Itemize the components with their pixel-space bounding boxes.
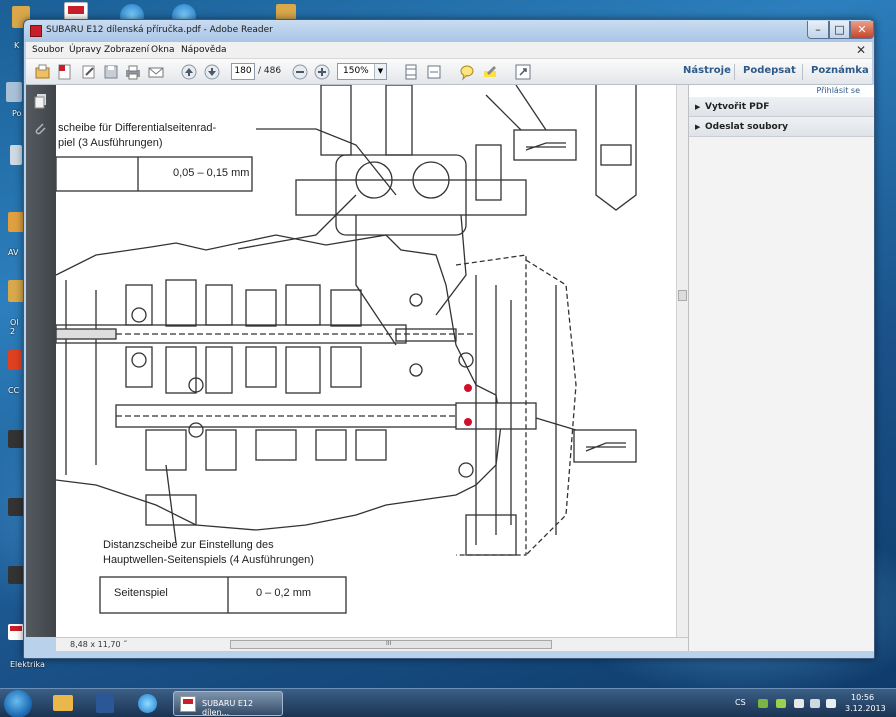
- menu-bar: Soubor Úpravy Zobrazení Okna Nápověda ✕: [26, 42, 872, 59]
- maximize-button[interactable]: □: [829, 21, 850, 39]
- edit-icon[interactable]: [80, 63, 98, 81]
- zoom-out-icon[interactable]: [291, 63, 309, 81]
- active-task-label: SUBARU E12 dílen...: [202, 699, 254, 717]
- open-icon[interactable]: [34, 63, 52, 81]
- flag-icon[interactable]: [794, 699, 804, 708]
- desktop-label: Elektrika: [10, 660, 45, 669]
- zoom-value: 150%: [343, 66, 369, 76]
- tools-pane: Přihlásit se ▶ Vytvořit PDF ▶ Odeslat soub…: [688, 85, 874, 651]
- video-file-icon[interactable]: [8, 566, 24, 584]
- send-files-panel[interactable]: ▶ Odeslat soubory: [689, 117, 874, 137]
- desktop-label: K: [14, 41, 20, 50]
- horizontal-scrollbar[interactable]: 8,48 x 11,70 ˝ III: [56, 637, 688, 651]
- expand-arrow-icon: ▶: [695, 123, 701, 131]
- page-total: / 486: [258, 66, 282, 76]
- top-table-value: 0,05 – 0,15 mm: [173, 167, 250, 179]
- desktop-label: Po: [12, 109, 22, 118]
- page-number-input[interactable]: 180: [231, 63, 255, 80]
- tray-app-icon[interactable]: [758, 699, 768, 708]
- highlight-icon[interactable]: [481, 63, 499, 81]
- sign-link[interactable]: Podepsat: [743, 65, 796, 76]
- save-icon[interactable]: [102, 63, 120, 81]
- menu-help[interactable]: Nápověda: [181, 45, 227, 55]
- clock-time[interactable]: 10:56: [851, 693, 874, 702]
- word-taskbar-icon[interactable]: [86, 691, 124, 716]
- bottom-table-label: Seitenspiel: [114, 587, 168, 599]
- vertical-scrollbar[interactable]: [676, 85, 688, 637]
- menu-view[interactable]: Zobrazení: [104, 45, 149, 55]
- label-bottom-line1: Distanzscheibe zur Einstellung des: [103, 539, 274, 551]
- fit-page-icon[interactable]: [402, 63, 420, 81]
- app-icon[interactable]: [8, 212, 24, 232]
- scrollbar-thumb[interactable]: III: [230, 640, 552, 649]
- close-button[interactable]: ✕: [850, 21, 874, 39]
- network-icon[interactable]: [810, 699, 820, 708]
- toolbar-divider: [802, 64, 803, 80]
- email-icon[interactable]: [147, 63, 165, 81]
- desktop-label: Ol 2: [10, 318, 19, 336]
- document-view[interactable]: scheibe für Differentialseitenrad- piel …: [56, 85, 676, 637]
- toolbar-divider: [734, 64, 735, 80]
- scroll-grip: III: [386, 640, 392, 647]
- window-title: SUBARU E12 dílenská příručka.pdf - Adobe…: [46, 25, 273, 35]
- page-size: 8,48 x 11,70 ˝: [70, 640, 128, 649]
- attachment-icon[interactable]: [33, 121, 49, 137]
- create-pdf-label: Vytvořit PDF: [705, 102, 770, 112]
- app-icon[interactable]: [8, 350, 22, 370]
- pages-icon[interactable]: [33, 93, 49, 109]
- tools-link[interactable]: Nástroje: [683, 65, 731, 76]
- adobe-reader-icon: [30, 25, 42, 37]
- ie-taskbar-icon[interactable]: [128, 691, 166, 716]
- next-page-icon[interactable]: [203, 63, 221, 81]
- previous-page-icon[interactable]: [180, 63, 198, 81]
- scrollbar-thumb[interactable]: [678, 290, 687, 301]
- expand-arrow-icon: ▶: [695, 103, 701, 111]
- zoom-in-icon[interactable]: [313, 63, 331, 81]
- tray-nvidia-icon[interactable]: [776, 699, 786, 708]
- adobe-reader-window: SUBARU E12 dílenská příručka.pdf - Adobe…: [23, 19, 875, 659]
- volume-icon[interactable]: [826, 699, 836, 708]
- language-indicator[interactable]: CS: [735, 698, 746, 707]
- pdf-icon: [180, 696, 196, 712]
- fit-width-icon[interactable]: [425, 63, 443, 81]
- adobe-reader-task[interactable]: SUBARU E12 dílen...: [173, 691, 283, 717]
- bottom-table-value: 0 – 0,2 mm: [256, 587, 312, 599]
- label-top-line2: piel (3 Ausführungen): [58, 137, 163, 149]
- label-top-line1: scheibe für Differentialseitenrad-: [58, 122, 217, 134]
- create-pdf-icon[interactable]: [56, 63, 74, 81]
- close-document-icon[interactable]: ✕: [856, 43, 866, 57]
- sign-in-link[interactable]: Přihlásit se: [689, 85, 874, 97]
- title-bar[interactable]: SUBARU E12 dílenská příručka.pdf - Adobe…: [24, 20, 874, 42]
- menu-file[interactable]: Soubor: [32, 45, 64, 55]
- video-file-icon[interactable]: [8, 498, 24, 516]
- create-pdf-panel[interactable]: ▶ Vytvořit PDF: [689, 97, 874, 117]
- clock-date[interactable]: 3.12.2013: [845, 704, 886, 713]
- taskbar: SUBARU E12 dílen... CS 10:56 3.12.2013: [0, 688, 896, 717]
- navigation-pane: [26, 85, 56, 637]
- send-files-label: Odeslat soubory: [705, 122, 789, 132]
- recycle-bin-icon[interactable]: [10, 145, 22, 165]
- print-icon[interactable]: [124, 63, 142, 81]
- minimize-button[interactable]: –: [807, 21, 829, 39]
- chevron-down-icon[interactable]: ▼: [374, 64, 386, 79]
- explorer-taskbar-icon[interactable]: [44, 691, 82, 716]
- pdf-file-icon[interactable]: [8, 624, 24, 640]
- start-button[interactable]: [4, 690, 32, 717]
- label-bottom-line2: Hauptwellen-Seitenspiels (4 Ausführungen…: [103, 554, 314, 566]
- menu-window[interactable]: Okna: [151, 45, 175, 55]
- menu-edit[interactable]: Úpravy: [69, 45, 101, 55]
- folder-icon[interactable]: [8, 280, 24, 302]
- desktop-label: AV: [8, 248, 19, 257]
- desktop-label: CC: [8, 386, 20, 395]
- zoom-select[interactable]: 150% ▼: [337, 63, 387, 80]
- comment-icon[interactable]: [458, 63, 476, 81]
- computer-icon[interactable]: [6, 82, 22, 102]
- expand-icon[interactable]: [514, 63, 532, 81]
- comment-link[interactable]: Poznámka: [811, 65, 869, 76]
- toolbar: 180 / 486 150% ▼ Nástroje Podepsat Poznám…: [26, 59, 872, 85]
- video-file-icon[interactable]: [8, 430, 24, 448]
